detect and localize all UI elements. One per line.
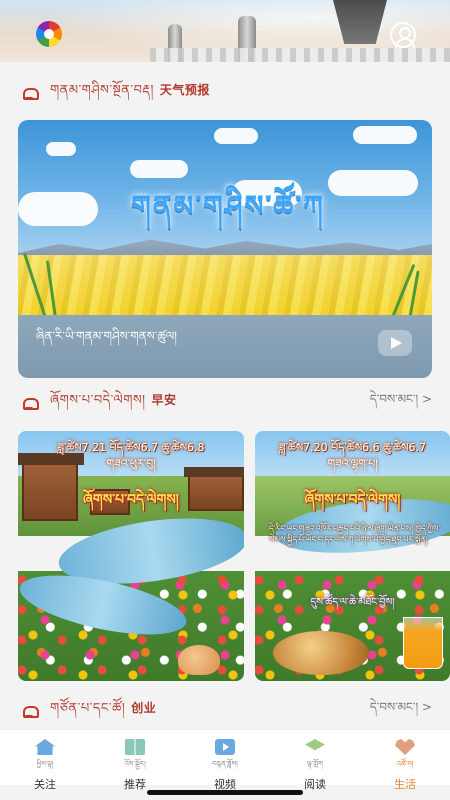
weather-card[interactable]: གནམ་གཤིས་ཚོ་ཀ ཞིན་རི་ཡི་གནམ་གཤིས་གནས་ཚུལ… xyxy=(18,120,432,378)
nav-video[interactable]: བརྙན་ཟློས། 视频 xyxy=(180,730,270,791)
nav-read[interactable]: ལྟ་ཀློག 阅读 xyxy=(270,730,360,791)
business-section-title: གཙོན་པ་དང་ཚོ། 创业 xyxy=(50,700,157,716)
morning-section-title: ཞོགས་པ་བདེ་ལེགས། 早安 xyxy=(50,392,177,408)
home-indicator[interactable] xyxy=(147,790,303,795)
card-tagline: དུས་ཚོད་ལ་ཆེ་མཐོང་བྱོས། xyxy=(310,597,395,608)
nav-recommend[interactable]: འོས་སྦྱོར། 推荐 xyxy=(90,730,180,791)
app-logo-icon[interactable] xyxy=(36,21,62,47)
card-greeting: ཞོགས་པ་བདེ་ལེགས། xyxy=(83,492,179,508)
weather-card-title: གནམ་གཤིས་ཚོ་ཀ xyxy=(131,189,325,222)
endless-knot-icon xyxy=(22,704,39,718)
video-icon xyxy=(215,739,235,755)
card-weekday: གཟའ་ལྷག་པ། xyxy=(327,457,378,470)
card-greeting: ཞོགས་པ་བདེ་ལེགས། xyxy=(304,492,401,508)
nav-label: 生活 xyxy=(394,778,416,791)
nav-follow[interactable]: ཕྱིས་ལྟ། 关注 xyxy=(0,730,90,791)
app-header xyxy=(0,0,450,62)
card-weekday: གཟའ་ཕུར་བུ། xyxy=(106,457,156,470)
play-icon[interactable] xyxy=(378,330,412,356)
business-section-header: གཙོན་པ་དང་ཚོ། 创业 དེ་བས་མང་། > xyxy=(0,698,450,724)
endless-knot-icon xyxy=(22,86,39,100)
book-icon xyxy=(125,739,145,755)
morning-section-header: ཞོགས་པ་བདེ་ལེགས། 早安 དེ་བས་མང་། > xyxy=(0,390,450,416)
user-profile-icon[interactable] xyxy=(390,22,416,48)
endless-knot-icon xyxy=(22,396,39,410)
home-icon xyxy=(35,739,55,755)
business-more-link[interactable]: དེ་བས་མང་། > xyxy=(370,694,432,728)
graduation-cap-icon xyxy=(305,739,325,751)
card-message: དེ་རིང་ཡང་གཟའ་འཁོར་བརྒྱད་པའི་ཉི་མ་ཞིག་ཡི… xyxy=(269,524,441,544)
nav-life[interactable]: འཚོ་བ། 生活 xyxy=(360,730,450,791)
morning-card[interactable]: ཟླ་ཚེས7.21 བོད་ཚེས6.7 ཆུ་ཚེས6.8 གཟའ་ཕུར་… xyxy=(18,431,244,681)
bottom-navigation: ཕྱིས་ལྟ། 关注 འོས་སྦྱོར། 推荐 བརྙན་ཟློས། 视频 … xyxy=(0,729,450,791)
weather-section-header: གནམ་གཤིས་སྔོན་བརྡ། 天气预报 xyxy=(0,80,450,106)
weather-section-title: གནམ་གཤིས་སྔོན་བརྡ། 天气预报 xyxy=(50,82,210,98)
nav-label: 关注 xyxy=(34,778,56,791)
morning-more-link[interactable]: དེ་བས་མང་། > xyxy=(370,386,432,420)
heart-hand-icon xyxy=(395,739,415,755)
weather-card-caption: ཞིན་རི་ཡི་གནམ་གཤིས་གནས་ཚུལ། xyxy=(36,329,177,343)
morning-card[interactable]: ཟླ་ཚེས7.20 བོད་ཚེས6.6 ཆུ་ཚེས6.7 གཟའ་ལྷག་… xyxy=(255,431,450,681)
